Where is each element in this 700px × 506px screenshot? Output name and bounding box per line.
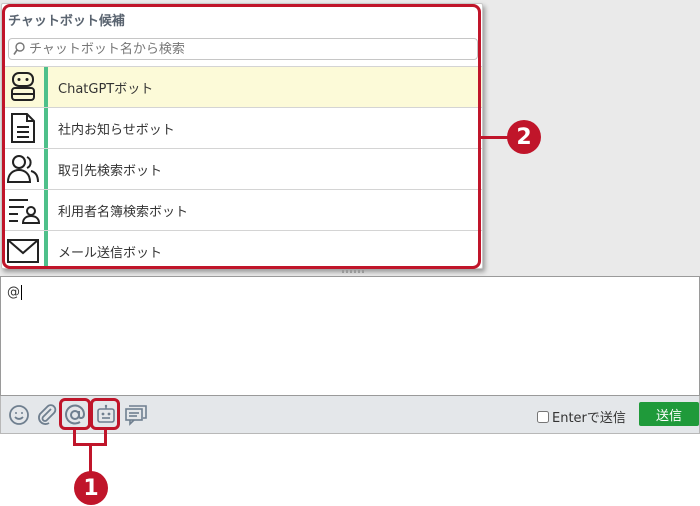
- bot-highlight: [90, 398, 120, 430]
- chatbot-candidates-popup: チャットボット候補 ChatGPTボット: [1, 3, 483, 269]
- mention-highlight: [59, 398, 91, 430]
- enter-to-send-checkbox[interactable]: [537, 410, 549, 423]
- callout-one-badge: 1: [74, 471, 108, 505]
- bot-search-input[interactable]: [29, 41, 469, 57]
- bot-label: 利用者名簿検索ボット: [58, 204, 189, 220]
- bot-accent-bar: [44, 67, 48, 107]
- emoji-icon[interactable]: [7, 403, 31, 427]
- bot-accent-bar: [44, 231, 48, 268]
- resize-grip[interactable]: [342, 270, 366, 273]
- search-icon: [13, 42, 25, 55]
- bot-accent-bar: [44, 149, 48, 189]
- attachment-icon[interactable]: [35, 403, 59, 427]
- enter-to-send-label: Enterで送信: [552, 411, 626, 426]
- bot-item-client-search[interactable]: 取引先検索ボット: [2, 148, 482, 189]
- bot-label: メール送信ボット: [58, 245, 163, 261]
- bot-accent-bar: [44, 108, 48, 148]
- bot-label: 取引先検索ボット: [58, 163, 163, 179]
- comment-icon[interactable]: [124, 403, 148, 427]
- bot-list: ChatGPTボット 社内お知らせボット 取引先検索ボット 利用者名簿検索ボット…: [2, 66, 482, 268]
- text-caret: [21, 285, 22, 300]
- message-compose-area[interactable]: @: [0, 276, 700, 396]
- user-list-icon: [2, 190, 44, 230]
- send-button[interactable]: 送信: [639, 402, 699, 426]
- bot-item-notice[interactable]: 社内お知らせボット: [2, 107, 482, 148]
- people-icon: [2, 149, 44, 189]
- callout-one-stem: [89, 443, 92, 473]
- popup-title: チャットボット候補: [8, 14, 125, 29]
- bot-accent-bar: [44, 190, 48, 230]
- document-icon: [2, 108, 44, 148]
- bot-item-user-list-search[interactable]: 利用者名簿検索ボット: [2, 189, 482, 230]
- bot-label: ChatGPTボット: [58, 81, 154, 97]
- compose-text: @: [7, 285, 22, 300]
- bot-search-box[interactable]: [8, 38, 478, 60]
- robot-face-icon: [2, 67, 44, 107]
- bot-label: 社内お知らせボット: [58, 122, 175, 138]
- bot-item-mail-send[interactable]: メール送信ボット: [2, 230, 482, 268]
- enter-to-send-toggle[interactable]: Enterで送信: [537, 407, 626, 426]
- envelope-icon: [2, 231, 44, 268]
- callout-two-badge: 2: [507, 120, 541, 154]
- bot-item-chatgpt[interactable]: ChatGPTボット: [2, 66, 482, 107]
